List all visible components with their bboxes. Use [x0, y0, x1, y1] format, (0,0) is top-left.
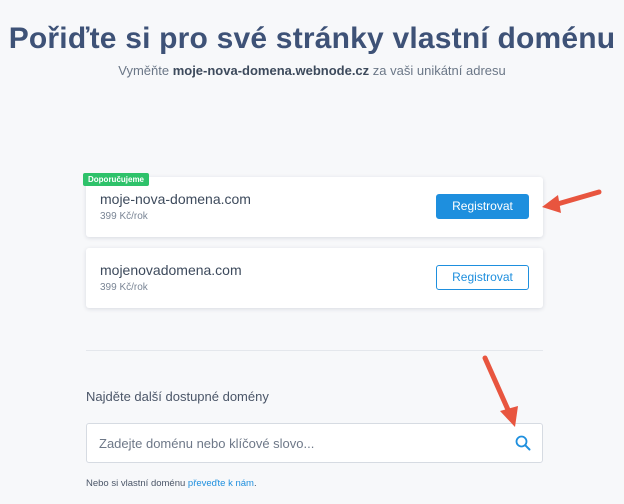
domain-offer-card: mojenovadomena.com 399 Kč/rok Registrova… [86, 248, 543, 308]
domain-name: mojenovadomena.com [100, 262, 242, 278]
search-icon [515, 435, 531, 451]
search-heading: Najděte další dostupné domény [86, 389, 269, 404]
annotation-arrow-icon [542, 189, 602, 213]
domain-name: moje-nova-domena.com [100, 191, 251, 207]
domain-search-input[interactable] [99, 424, 499, 462]
subtitle-suffix: za vaši unikátní adresu [369, 63, 506, 78]
section-divider [86, 350, 543, 351]
domain-price: 399 Kč/rok [100, 282, 148, 293]
page-subtitle: Vyměňte moje-nova-domena.webnode.cz za v… [0, 63, 624, 78]
transfer-text: Nebo si vlastní doménu [86, 478, 188, 489]
search-button[interactable] [514, 434, 532, 452]
current-domain: moje-nova-domena.webnode.cz [172, 63, 370, 78]
transfer-domain-link[interactable]: převeďte k nám [188, 478, 254, 489]
domain-search-box [86, 423, 543, 463]
transfer-suffix: . [253, 478, 257, 489]
transfer-note: Nebo si vlastní doménu převeďte k nám. [86, 478, 257, 489]
register-button-recommended[interactable]: Registrovat [436, 194, 529, 219]
recommended-badge: Doporučujeme [83, 173, 150, 186]
annotation-arrow-icon [482, 355, 518, 427]
subtitle-prefix: Vyměňte [118, 63, 173, 78]
register-button[interactable]: Registrovat [436, 265, 529, 290]
domain-offer-card-recommended: moje-nova-domena.com 399 Kč/rok Registro… [86, 177, 543, 237]
page-title: Pořiďte si pro své stránky vlastní domén… [8, 22, 616, 55]
domain-price: 399 Kč/rok [100, 211, 148, 222]
